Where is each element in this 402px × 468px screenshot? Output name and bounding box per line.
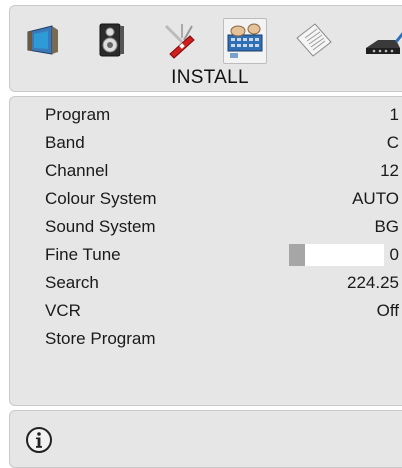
row-value: Off [376, 301, 399, 320]
menu-row-program[interactable]: Program 1 [10, 101, 399, 129]
menu-row-store-program[interactable]: Store Program [10, 325, 399, 353]
row-label: Search [45, 273, 99, 292]
menu-row-sound-system[interactable]: Sound System BG [10, 213, 399, 241]
row-label: Program [45, 105, 111, 124]
menu-row-colour-system[interactable]: Colour System AUTO [10, 185, 399, 213]
row-label: Sound System [45, 217, 156, 236]
install-settings-list: Program 1 Band C Channel 12 Colour Syste… [9, 96, 402, 406]
menu-row-band[interactable]: Band C [10, 129, 399, 157]
menu-row-channel[interactable]: Channel 12 [10, 157, 399, 185]
row-label: Store Program [45, 329, 156, 348]
menu-row-fine-tune[interactable]: Fine Tune 0 [10, 241, 399, 269]
info-bar [9, 410, 402, 468]
menu-title: INSTALL [171, 67, 249, 88]
fine-tune-slider[interactable] [289, 244, 384, 266]
row-value: AUTO [352, 189, 399, 208]
row-value: C [386, 133, 399, 152]
menu-row-search[interactable]: Search 224.25 [10, 269, 399, 297]
row-label: Colour System [45, 189, 157, 208]
row-label: VCR [45, 301, 81, 320]
row-label: Channel [45, 161, 109, 180]
fine-tune-slider-fill [289, 244, 306, 266]
row-value: 224.25 [347, 273, 399, 292]
row-label: Fine Tune [45, 245, 121, 264]
info-icon[interactable] [25, 426, 53, 454]
install-icon[interactable] [223, 18, 267, 64]
connector-icon[interactable] [362, 20, 402, 62]
row-value: 12 [380, 161, 399, 180]
menu-tab-bar: INSTALL [9, 5, 402, 92]
menu-row-vcr[interactable]: VCR Off [10, 297, 399, 325]
document-icon[interactable] [293, 20, 335, 62]
picture-icon[interactable] [22, 20, 64, 62]
row-label: Band [45, 133, 85, 152]
row-value: 1 [389, 105, 399, 124]
speaker-icon[interactable] [90, 20, 132, 62]
swiss-knife-icon[interactable] [160, 20, 202, 62]
row-value: BG [374, 217, 399, 236]
row-value: 0 [389, 245, 399, 264]
tab-icon-row [10, 14, 402, 68]
